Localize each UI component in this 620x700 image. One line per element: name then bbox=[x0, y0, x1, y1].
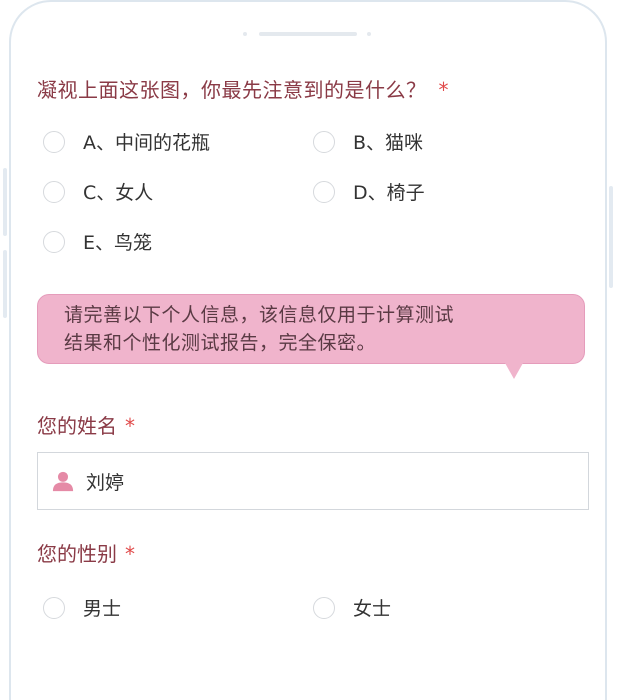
option-c[interactable]: C、女人 bbox=[43, 178, 153, 205]
survey-screen: 凝视上面这张图，你最先注意到的是什么？ * A、中间的花瓶 B、猫咪 C、女人 D… bbox=[27, 58, 593, 668]
radio-button[interactable] bbox=[43, 130, 65, 153]
option-label: B、猫咪 bbox=[353, 132, 424, 154]
speaker-dot-right bbox=[367, 32, 371, 36]
radio-button[interactable] bbox=[43, 230, 65, 253]
option-d[interactable]: D、椅子 bbox=[313, 178, 425, 205]
radio-button[interactable] bbox=[313, 130, 335, 153]
notice-line-1: 请完善以下个人信息，该信息仅用于计算测试 bbox=[64, 304, 455, 326]
speaker-bar bbox=[259, 32, 357, 36]
option-label: A、中间的花瓶 bbox=[83, 132, 210, 154]
name-label: 您的姓名 * bbox=[37, 410, 135, 439]
option-label: D、椅子 bbox=[353, 182, 425, 204]
phone-side-button-left-1 bbox=[3, 168, 7, 236]
gender-label: 您的性别 * bbox=[37, 538, 135, 567]
option-label: C、女人 bbox=[83, 182, 154, 204]
option-label: 男士 bbox=[83, 598, 122, 620]
question-title: 凝视上面这张图，你最先注意到的是什么？ * bbox=[37, 74, 449, 103]
phone-side-button-left-2 bbox=[3, 250, 7, 318]
option-a[interactable]: A、中间的花瓶 bbox=[43, 128, 210, 155]
radio-button[interactable] bbox=[43, 596, 65, 619]
bubble-tail bbox=[505, 363, 523, 379]
required-mark: * bbox=[125, 542, 135, 566]
option-e[interactable]: E、鸟笼 bbox=[43, 228, 152, 255]
name-input-value: 刘婷 bbox=[86, 471, 125, 494]
question-text: 凝视上面这张图，你最先注意到的是什么？ bbox=[37, 78, 427, 102]
required-mark: * bbox=[438, 78, 449, 102]
name-label-text: 您的姓名 bbox=[37, 414, 117, 438]
radio-button[interactable] bbox=[313, 180, 335, 203]
radio-button[interactable] bbox=[313, 596, 335, 619]
speaker-dot-left bbox=[243, 32, 247, 36]
phone-side-button-right bbox=[609, 186, 613, 288]
option-label: E、鸟笼 bbox=[83, 232, 153, 254]
gender-label-text: 您的性别 bbox=[37, 542, 117, 566]
privacy-notice-bubble: 请完善以下个人信息，该信息仅用于计算测试 结果和个性化测试报告，完全保密。 bbox=[37, 294, 585, 364]
required-mark: * bbox=[125, 414, 135, 438]
name-input[interactable]: 刘婷 bbox=[37, 452, 589, 510]
option-label: 女士 bbox=[353, 598, 392, 620]
option-b[interactable]: B、猫咪 bbox=[313, 128, 423, 155]
gender-option-female[interactable]: 女士 bbox=[313, 594, 391, 621]
user-icon bbox=[52, 471, 74, 492]
notice-line-2: 结果和个性化测试报告，完全保密。 bbox=[64, 332, 377, 354]
phone-frame: 凝视上面这张图，你最先注意到的是什么？ * A、中间的花瓶 B、猫咪 C、女人 D… bbox=[9, 0, 607, 700]
radio-button[interactable] bbox=[43, 180, 65, 203]
gender-option-male[interactable]: 男士 bbox=[43, 594, 121, 621]
